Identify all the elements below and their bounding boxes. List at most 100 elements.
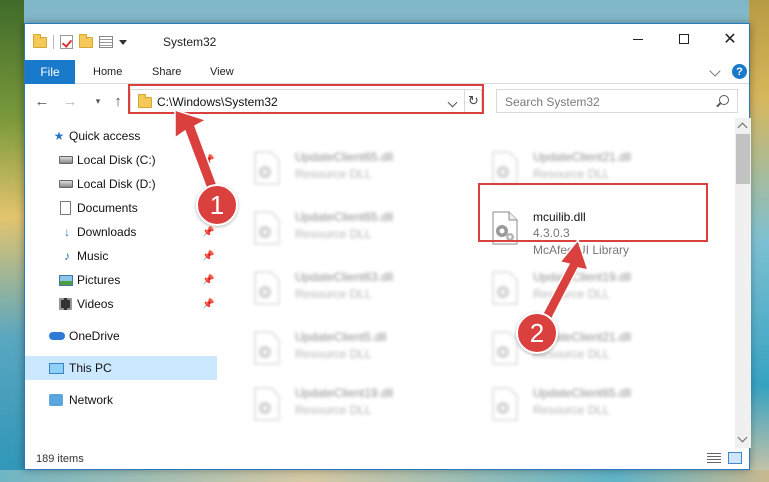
step-2-badge: 2 <box>516 312 558 354</box>
file-tile[interactable]: UpdateClient21.dll Resource DLL <box>481 326 701 370</box>
dll-file-icon <box>492 151 518 185</box>
folder-icon <box>33 33 47 48</box>
file-tile[interactable]: UpdateClient65.dll Resource DLL <box>243 146 463 190</box>
file-tile[interactable]: UpdateClient63.dll Resource DLL <box>243 266 463 310</box>
address-bar-highlight <box>128 84 484 114</box>
file-description: Resource DLL <box>533 167 610 181</box>
desktop-background-left <box>0 0 24 482</box>
sidebar-item-videos[interactable]: Videos 📌 <box>25 292 217 316</box>
desktop-background-right <box>749 0 769 482</box>
search-placeholder: Search System32 <box>505 95 600 109</box>
sidebar-item-local-disk-c[interactable]: Local Disk (C:) 📌 <box>25 148 217 172</box>
close-icon: ✕ <box>723 31 737 48</box>
sidebar-item-documents[interactable]: Documents 📌 <box>25 196 217 220</box>
search-icon[interactable] <box>719 95 729 105</box>
sidebar-item-label: Local Disk (D:) <box>77 177 156 191</box>
forward-arrow-icon[interactable]: → <box>61 91 79 111</box>
ribbon-tabs: File Home Share View ? <box>25 60 749 84</box>
tab-file[interactable]: File <box>25 60 75 84</box>
file-description: Resource DLL <box>533 403 610 417</box>
videos-icon <box>59 298 72 310</box>
step-1-badge: 1 <box>196 184 238 226</box>
file-tile[interactable]: UpdateClient65.dll Resource DLL <box>243 206 463 250</box>
sidebar-item-music[interactable]: ♪ Music 📌 <box>25 244 217 268</box>
music-icon: ♪ <box>64 249 70 263</box>
maximize-button[interactable] <box>661 24 707 54</box>
sidebar-item-label: Network <box>69 393 114 407</box>
scroll-up-icon[interactable] <box>737 122 748 133</box>
sidebar-item-network[interactable]: Network <box>25 388 217 412</box>
file-tile[interactable]: UpdateClient19.dll Resource DLL <box>481 266 701 310</box>
item-count: 189 items <box>36 453 84 465</box>
scrollbar-thumb[interactable] <box>736 134 750 184</box>
properties-check-icon[interactable] <box>60 35 73 49</box>
file-list: UpdateClient65.dll Resource DLL UpdateCl… <box>239 118 735 448</box>
maximize-icon <box>679 34 689 44</box>
file-name: UpdateClient21.dll <box>533 150 632 164</box>
dll-file-icon <box>254 211 280 245</box>
this-pc-icon <box>49 362 64 374</box>
sidebar-item-label: Downloads <box>77 225 137 239</box>
customize-toolbar-icon[interactable] <box>99 36 113 48</box>
dll-file-icon <box>254 151 280 185</box>
tab-view[interactable]: View <box>210 60 234 84</box>
file-tile[interactable]: UpdateClient5.dll Resource DLL <box>243 326 463 370</box>
dll-file-icon <box>254 387 280 421</box>
sidebar-item-pictures[interactable]: Pictures 📌 <box>25 268 217 292</box>
back-arrow-icon[interactable]: ← <box>33 91 51 111</box>
pictures-icon <box>59 274 73 286</box>
large-icons-view-icon[interactable] <box>728 452 742 464</box>
desktop-background-bottom <box>0 470 769 482</box>
file-description: Resource DLL <box>295 167 372 181</box>
file-highlight <box>478 183 708 242</box>
file-tile[interactable]: UpdateClient65.dll Resource DLL <box>481 382 701 426</box>
tab-home[interactable]: Home <box>93 60 122 84</box>
pin-icon[interactable]: 📌 <box>202 299 214 310</box>
file-description: Resource DLL <box>295 347 372 361</box>
expand-ribbon-icon[interactable] <box>709 65 721 77</box>
details-view-icon[interactable] <box>707 453 721 464</box>
file-name: UpdateClient19.dll <box>295 386 394 400</box>
pin-icon[interactable]: 📌 <box>202 251 214 262</box>
sidebar-item-label: Quick access <box>69 129 141 143</box>
chevron-down-icon[interactable] <box>119 39 127 45</box>
search-input[interactable]: Search System32 <box>496 89 738 113</box>
new-folder-icon[interactable] <box>79 33 93 48</box>
pin-icon[interactable]: 📌 <box>202 275 214 286</box>
pin-icon[interactable]: 📌 <box>202 227 214 238</box>
documents-icon <box>60 201 71 215</box>
network-icon <box>49 394 63 406</box>
sidebar-item-quick-access[interactable]: ★ Quick access <box>25 124 217 148</box>
dll-file-icon <box>492 387 518 421</box>
minimize-icon <box>633 38 643 40</box>
onedrive-icon <box>49 332 65 340</box>
minimize-button[interactable] <box>615 24 661 54</box>
recent-locations-chevron-icon[interactable]: ▾ <box>89 91 107 111</box>
status-bar: 189 items <box>25 448 749 470</box>
file-name: UpdateClient65.dll <box>533 386 632 400</box>
vertical-scrollbar[interactable] <box>735 118 751 448</box>
file-description: Resource DLL <box>533 287 610 301</box>
up-arrow-icon[interactable]: ↑ <box>109 91 127 111</box>
tab-share[interactable]: Share <box>152 60 181 84</box>
title-bar: System32 ✕ <box>25 24 749 60</box>
scroll-down-icon[interactable] <box>737 432 748 443</box>
sidebar-item-label: This PC <box>69 361 112 375</box>
star-icon: ★ <box>53 129 65 143</box>
close-button[interactable]: ✕ <box>707 24 753 54</box>
pin-icon[interactable]: 📌 <box>202 155 214 166</box>
sidebar-item-downloads[interactable]: ↓ Downloads 📌 <box>25 220 217 244</box>
downloads-icon: ↓ <box>64 225 70 239</box>
sidebar-item-local-disk-d[interactable]: Local Disk (D:) <box>25 172 217 196</box>
file-tile[interactable]: UpdateClient19.dll Resource DLL <box>243 382 463 426</box>
dll-file-icon <box>254 331 280 365</box>
sidebar-item-label: OneDrive <box>69 329 120 343</box>
sidebar-item-onedrive[interactable]: OneDrive <box>25 324 217 348</box>
sidebar-item-this-pc[interactable]: This PC <box>25 356 217 380</box>
file-description: Resource DLL <box>295 287 372 301</box>
sidebar-item-label: Videos <box>77 297 114 311</box>
drive-icon <box>59 180 73 188</box>
drive-icon <box>59 156 73 164</box>
quick-access-toolbar <box>33 33 127 50</box>
help-icon[interactable]: ? <box>732 64 747 79</box>
